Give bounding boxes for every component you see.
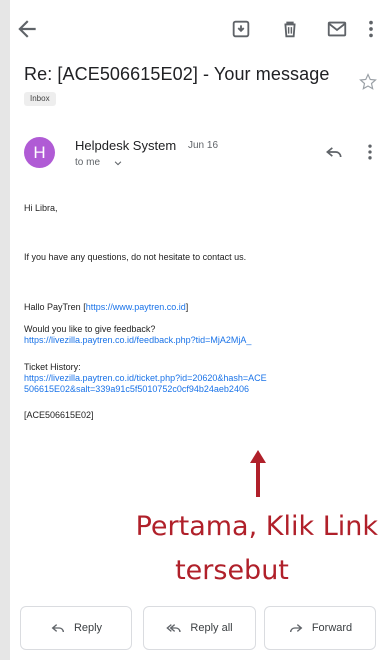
reply-icon (51, 624, 64, 633)
forward-label: Forward (311, 622, 353, 634)
back-arrow-icon[interactable] (14, 16, 40, 42)
recipient-summary[interactable]: to me (75, 157, 100, 168)
feedback-label: Would you like to give feedback? (24, 324, 156, 334)
greeting-text: Hi Libra, (24, 203, 58, 213)
top-app-bar (0, 0, 384, 58)
annotation-text-line-2: tersebut (175, 555, 289, 586)
delete-icon[interactable] (279, 18, 301, 40)
ticket-history-label: Ticket History: (24, 362, 81, 372)
chevron-down-icon[interactable] (113, 158, 123, 168)
reply-icon[interactable] (324, 142, 344, 162)
email-subject: Re: [ACE506615E02] - Your message (24, 64, 330, 84)
hallo-line: Hallo PayTren [https://www.paytren.co.id… (24, 302, 188, 313)
annotation-arrow-icon (250, 450, 266, 497)
reply-all-label: Reply all (190, 622, 233, 634)
hallo-suffix: ] (185, 302, 189, 312)
reply-all-icon (166, 624, 182, 633)
paytren-link[interactable]: https://www.paytren.co.id (86, 302, 186, 312)
mark-unread-icon[interactable] (326, 18, 348, 40)
sender-name: Helpdesk System (75, 138, 177, 153)
annotation-text-line-1: Pertama, Klik Link (135, 511, 378, 542)
reply-button[interactable]: Reply (20, 606, 132, 650)
forward-icon (289, 624, 303, 633)
reply-label: Reply (73, 622, 103, 634)
star-icon[interactable] (358, 72, 378, 92)
feedback-link[interactable]: https://livezilla.paytren.co.id/feedback… (24, 335, 251, 346)
email-date: Jun 16 (188, 140, 219, 151)
ticket-tag: [ACE506615E02] (24, 410, 94, 420)
inbox-label-chip[interactable]: Inbox (24, 92, 56, 106)
archive-icon[interactable] (230, 18, 252, 40)
contact-text: If you have any questions, do not hesita… (24, 252, 247, 262)
reply-all-button[interactable]: Reply all (143, 606, 256, 650)
forward-button[interactable]: Forward (264, 606, 376, 650)
hallo-prefix: Hallo PayTren [ (24, 302, 86, 312)
ticket-history-link-line-2[interactable]: 506615E02&salt=339a91c5f5010752c0cf94b24… (24, 384, 249, 395)
ticket-history-link-line-1[interactable]: https://livezilla.paytren.co.id/ticket.p… (24, 373, 267, 384)
more-vert-icon[interactable] (364, 18, 378, 40)
message-more-icon[interactable] (362, 142, 378, 162)
sender-avatar[interactable]: H (24, 137, 55, 168)
